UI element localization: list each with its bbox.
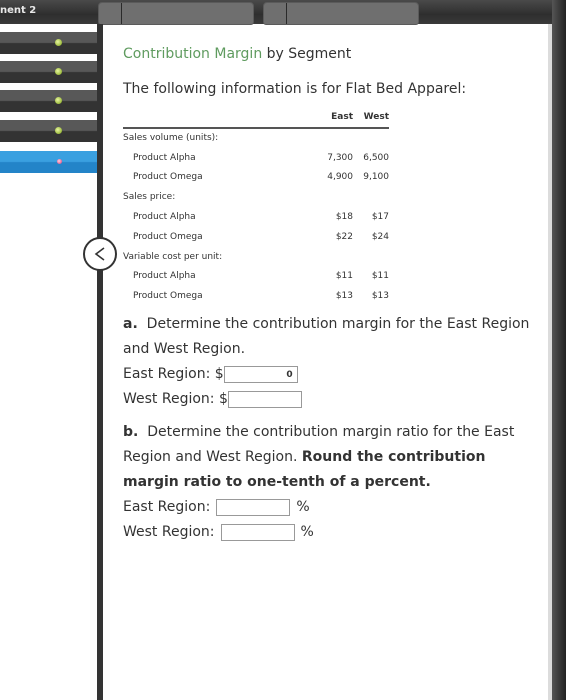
east-value: [293, 128, 353, 148]
east-value: $22: [335, 231, 353, 242]
collapse-sidebar-button[interactable]: [83, 237, 117, 271]
table-row: Product Alpha $11 $11: [123, 267, 389, 287]
header-blank: [123, 110, 293, 128]
tab-divider: [121, 3, 122, 24]
part-b-letter: b.: [123, 424, 139, 441]
west-region-label: West Region:: [123, 524, 215, 541]
east-value: [293, 187, 353, 207]
green-dot-icon: [55, 97, 62, 104]
part-a-east-row: East Region: $: [123, 362, 543, 387]
row-label: Variable cost per unit:: [123, 251, 223, 262]
table-row: Product Alpha 7,300 6,500: [123, 148, 389, 168]
table-row: Sales price:: [123, 187, 389, 207]
green-dot-icon: [55, 39, 62, 46]
west-value: $11: [371, 271, 389, 282]
west-value: [353, 128, 389, 148]
west-value: [353, 187, 389, 207]
green-dot-icon: [55, 68, 62, 75]
part-b-west-row: West Region: %: [123, 520, 543, 545]
part-a-west-row: West Region: $: [123, 387, 543, 412]
row-label: Sales volume (units):: [123, 133, 219, 144]
sidebar-item-5-active[interactable]: [0, 151, 97, 173]
sidebar-item-1[interactable]: [0, 32, 97, 54]
problem-content: Contribution Margin by Segment The follo…: [123, 46, 543, 545]
row-label: Product Omega: [133, 231, 203, 242]
table-row: Product Omega $13 $13: [123, 286, 389, 306]
percent-sign: %: [300, 524, 314, 541]
row-label: Product Alpha: [133, 152, 196, 163]
window-edge: [552, 0, 566, 700]
assignment-title: nent 2: [0, 5, 37, 16]
percent-sign: %: [296, 499, 310, 516]
east-value: [293, 247, 353, 267]
west-contribution-margin-input[interactable]: [227, 391, 302, 409]
part-b-question: b. Determine the contribution margin rat…: [123, 420, 543, 495]
table-row: Sales volume (units):: [123, 128, 389, 148]
top-toolbar: nent 2: [0, 0, 552, 25]
east-contribution-margin-input[interactable]: [223, 366, 298, 384]
east-value: 7,300: [327, 152, 353, 163]
west-value: $17: [371, 212, 389, 223]
west-value: 6,500: [363, 152, 389, 163]
west-value: [353, 247, 389, 267]
west-value: $24: [371, 231, 389, 242]
column-header-east: East: [331, 111, 353, 122]
sidebar-item-3[interactable]: [0, 90, 97, 112]
row-label: Product Alpha: [133, 271, 196, 282]
table-row: Product Omega 4,900 9,100: [123, 168, 389, 188]
west-cm-ratio-input[interactable]: [220, 524, 295, 542]
panel-divider[interactable]: [97, 24, 103, 700]
title-highlight: Contribution Margin: [123, 46, 263, 62]
data-table: East West Sales volume (units): Product A…: [123, 110, 389, 306]
chevron-left-icon: [94, 247, 105, 261]
part-a-text: Determine the contribution margin for th…: [123, 316, 530, 358]
east-value: $13: [335, 291, 353, 302]
west-value: 9,100: [363, 172, 389, 183]
green-dot-icon: [55, 127, 62, 134]
east-value: 4,900: [327, 172, 353, 183]
east-value: $11: [335, 271, 353, 282]
pink-x-icon: [57, 159, 62, 164]
table-row: Product Omega $22 $24: [123, 227, 389, 247]
east-cm-ratio-input[interactable]: [216, 499, 291, 517]
part-a-letter: a.: [123, 316, 138, 333]
part-a-question: a. Determine the contribution margin for…: [123, 312, 543, 362]
sidebar-item-2[interactable]: [0, 61, 97, 83]
table-row: Variable cost per unit:: [123, 247, 389, 267]
east-value: $18: [335, 212, 353, 223]
east-region-label: East Region: $: [123, 366, 224, 383]
toolbar-tab-2[interactable]: [263, 2, 419, 25]
west-value: $13: [371, 291, 389, 302]
problem-title: Contribution Margin by Segment: [123, 46, 543, 72]
row-label: Product Alpha: [133, 212, 196, 223]
column-header-west: West: [363, 111, 389, 122]
problem-intro: The following information is for Flat Be…: [123, 81, 467, 97]
tab-divider: [286, 3, 287, 24]
west-region-label: West Region: $: [123, 391, 228, 408]
table-row: Product Alpha $18 $17: [123, 207, 389, 227]
row-label: Product Omega: [133, 291, 203, 302]
row-label: Product Omega: [133, 172, 203, 183]
question-sidebar: [0, 24, 97, 700]
row-label: Sales price:: [123, 192, 176, 203]
toolbar-tab-1[interactable]: [98, 2, 254, 25]
part-b-east-row: East Region: %: [123, 495, 543, 520]
east-region-label: East Region:: [123, 499, 211, 516]
title-rest: by Segment: [262, 46, 352, 62]
sidebar-item-4[interactable]: [0, 120, 97, 142]
